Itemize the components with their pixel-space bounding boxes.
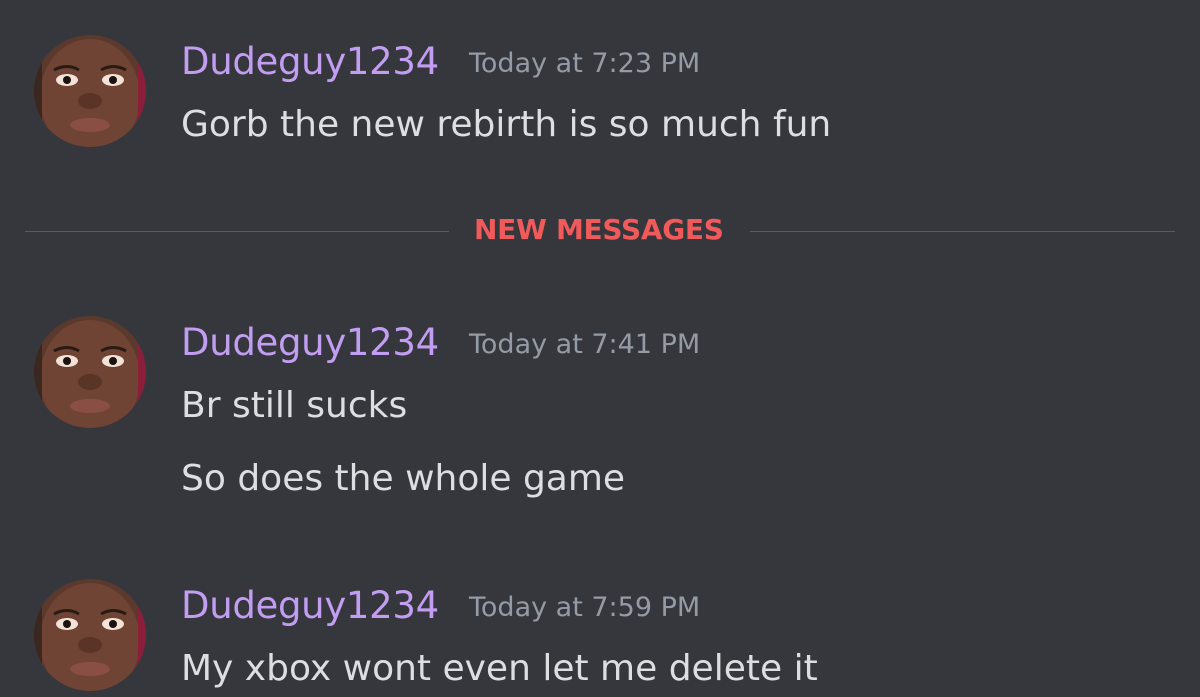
message-timestamp: Today at 7:59 PM <box>469 592 701 623</box>
message-username[interactable]: Dudeguy1234 <box>181 40 439 83</box>
message-username[interactable]: Dudeguy1234 <box>181 584 439 627</box>
message-timestamp: Today at 7:23 PM <box>469 48 701 79</box>
message-text: Gorb the new rebirth is so much fun <box>181 104 832 145</box>
message-text: Br still sucks <box>181 385 408 426</box>
new-messages-divider-line-right <box>750 231 1175 232</box>
new-messages-divider-label: NEW MESSAGES <box>474 213 724 246</box>
new-messages-divider-line-left <box>25 231 449 232</box>
avatar[interactable] <box>34 316 146 428</box>
message-timestamp: Today at 7:41 PM <box>469 329 701 360</box>
message-username[interactable]: Dudeguy1234 <box>181 321 439 364</box>
avatar[interactable] <box>34 35 146 147</box>
avatar[interactable] <box>34 579 146 691</box>
message-text: So does the whole game <box>181 458 626 499</box>
message-text: My xbox wont even let me delete it <box>181 648 818 689</box>
chat-message-list: Dudeguy1234 Today at 7:23 PM Gorb the ne… <box>0 0 1200 697</box>
